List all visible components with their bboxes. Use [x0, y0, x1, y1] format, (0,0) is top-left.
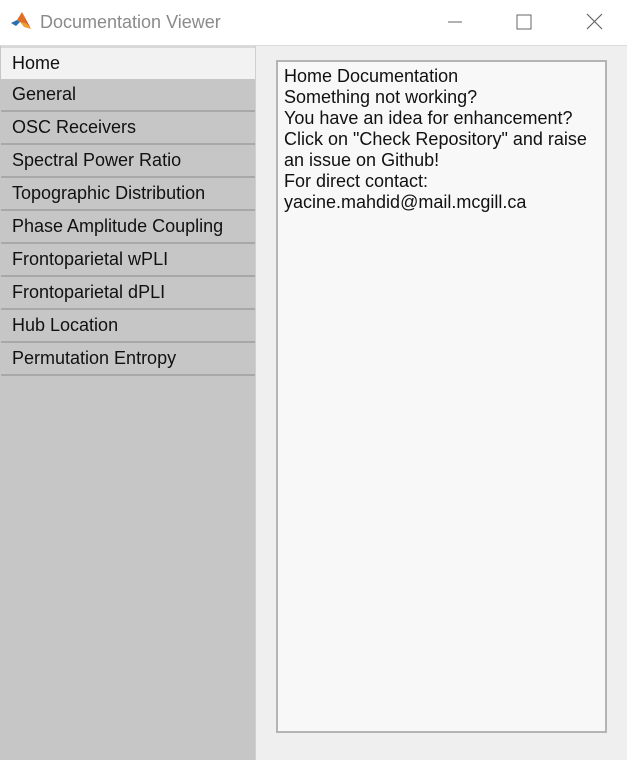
tab-frontoparietal-wpli[interactable]: Frontoparietal wPLI [1, 244, 255, 277]
tab-phase-amplitude-coupling[interactable]: Phase Amplitude Coupling [1, 211, 255, 244]
maximize-button[interactable] [494, 0, 554, 45]
doc-line: Click on "Check Repository" and raise [284, 129, 587, 149]
doc-line: Something not working? [284, 87, 478, 107]
documentation-text-area[interactable]: Home Documentation Something not working… [276, 60, 607, 733]
tab-frontoparietal-dpli[interactable]: Frontoparietal dPLI [1, 277, 255, 310]
tab-hub-location[interactable]: Hub Location [1, 310, 255, 343]
window-title: Documentation Viewer [40, 12, 221, 32]
tab-topographic-distribution[interactable]: Topographic Distribution [1, 178, 255, 211]
tab-osc-receivers[interactable]: OSC Receivers [1, 112, 255, 145]
close-button[interactable] [566, 0, 626, 45]
doc-line: For direct contact: [284, 171, 429, 191]
title-bar: Documentation Viewer [0, 0, 627, 45]
tab-home[interactable]: Home [1, 46, 255, 79]
doc-line: an issue on Github! [284, 150, 440, 170]
maximize-icon [516, 14, 532, 30]
minimize-button[interactable] [425, 0, 485, 45]
close-icon [586, 13, 603, 30]
tab-general[interactable]: General [1, 79, 255, 112]
matlab-logo-icon [10, 10, 32, 32]
tab-spectral-power-ratio[interactable]: Spectral Power Ratio [1, 145, 255, 178]
tab-permutation-entropy[interactable]: Permutation Entropy [1, 343, 255, 376]
doc-heading: Home Documentation [284, 66, 459, 86]
doc-line: You have an idea for enhancement? [284, 108, 573, 128]
window-body: Home General OSC Receivers Spectral Powe… [0, 45, 627, 760]
tab-sidebar: Home General OSC Receivers Spectral Powe… [0, 46, 256, 760]
contact-email: yacine.mahdid@mail.mcgill.ca [284, 192, 527, 212]
minimize-icon [448, 21, 462, 23]
